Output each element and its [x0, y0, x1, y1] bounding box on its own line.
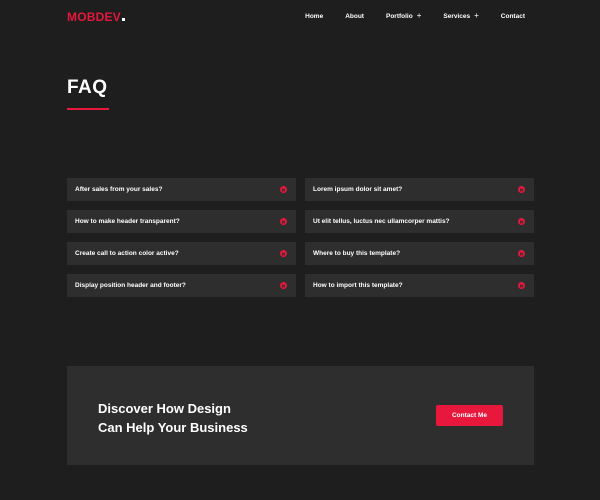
site-header: MOBDEV Home About Portfolio + Services + C… [0, 0, 600, 34]
nav-home-link[interactable]: Home [305, 13, 323, 20]
cta-heading-line-2: Can Help Your Business [98, 420, 248, 435]
faq-item[interactable]: After sales from your sales? [67, 178, 296, 201]
faq-item[interactable]: Ut elit tellus, luctus nec ullamcorper m… [305, 210, 534, 233]
logo-text: MOBDEV [67, 10, 121, 24]
faq-question: Ut elit tellus, luctus nec ullamcorper m… [313, 218, 450, 225]
nav-home-label: Home [305, 12, 324, 20]
faq-question: Where to buy this template? [313, 250, 401, 257]
cta-heading: Discover How Design Can Help Your Busine… [98, 399, 318, 437]
cta-heading-line-1: Discover How Design [98, 401, 231, 416]
faq-question: Display position header and footer? [75, 282, 186, 289]
close-circle-icon [518, 250, 525, 257]
faq-column-left: After sales from your sales? How to make… [67, 178, 296, 306]
faq-question: How to import this template? [313, 282, 403, 289]
plus-icon: + [474, 11, 479, 20]
close-circle-icon [518, 282, 525, 289]
faq-item[interactable]: Where to buy this template? [305, 242, 534, 265]
close-circle-icon [518, 186, 525, 193]
site-logo[interactable]: MOBDEV [67, 10, 125, 24]
close-circle-icon [280, 282, 287, 289]
faq-item[interactable]: Create call to action color active? [67, 242, 296, 265]
nav-about-label: About [345, 12, 364, 20]
page-title: FAQ [67, 77, 108, 98]
faq-item[interactable]: Display position header and footer? [67, 274, 296, 297]
faq-item[interactable]: Lorem ipsum dolor sit amet? [305, 178, 534, 201]
faq-question: Lorem ipsum dolor sit amet? [313, 186, 403, 193]
faq-question: After sales from your sales? [75, 186, 163, 193]
nav-about-link[interactable]: About [345, 13, 364, 20]
nav-portfolio-link[interactable]: Portfolio + [386, 12, 421, 20]
main-nav: Home About Portfolio + Services + Contact [283, 12, 525, 20]
close-circle-icon [280, 186, 287, 193]
contact-me-button[interactable]: Contact Me [436, 405, 503, 426]
faq-item[interactable]: How to import this template? [305, 274, 534, 297]
nav-portfolio-label: Portfolio [385, 12, 413, 20]
logo-dot [121, 18, 125, 21]
nav-services-label: Services [443, 12, 471, 20]
plus-icon: + [416, 11, 422, 20]
close-circle-icon [518, 218, 525, 225]
close-circle-icon [280, 250, 287, 257]
faq-item[interactable]: How to make header transparent? [67, 210, 296, 233]
faq-question: How to make header transparent? [75, 218, 180, 225]
faq-question: Create call to action color active? [75, 250, 179, 257]
close-circle-icon [280, 218, 287, 225]
title-underline [67, 108, 109, 110]
nav-services-link[interactable]: Services + [443, 12, 478, 20]
cta-banner: Discover How Design Can Help Your Busine… [67, 366, 534, 465]
nav-contact-link[interactable]: Contact [501, 13, 525, 20]
faq-column-right: Lorem ipsum dolor sit amet? Ut elit tell… [305, 178, 534, 306]
nav-contact-label: Contact [500, 12, 525, 20]
